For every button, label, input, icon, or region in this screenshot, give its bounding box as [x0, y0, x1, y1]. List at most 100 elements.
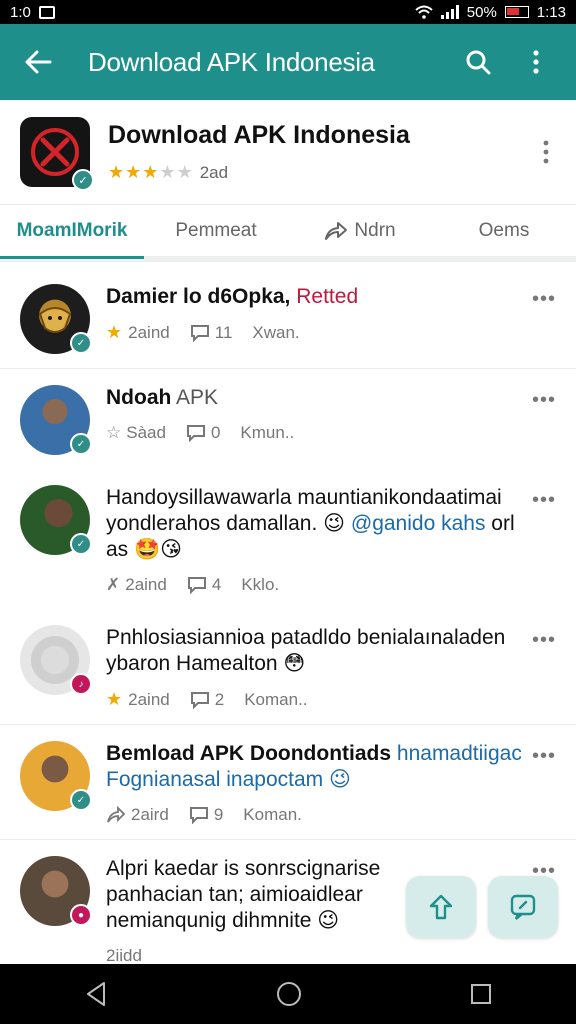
post-author: Damier lo d6Opka,	[106, 285, 291, 308]
post-subtitle: APK	[176, 386, 219, 409]
avatar[interactable]: ✓	[20, 284, 92, 354]
rating-stars: ★★★★★	[108, 162, 194, 182]
channel-header: ✓ Download APK Indonesia ★★★★★ 2ad	[0, 100, 576, 204]
battery-percent: 50%	[466, 3, 497, 21]
mention-link[interactable]: @ganido kahs	[351, 512, 486, 535]
comment-count[interactable]: 11	[190, 322, 233, 343]
verified-badge-icon: ✓	[70, 789, 92, 811]
share-icon	[107, 806, 126, 823]
comment-count-value: 2	[214, 689, 225, 709]
comment-count-value: 11	[214, 322, 233, 342]
post-stat-label: Xwan.	[252, 322, 300, 342]
avatar[interactable]: ✓	[20, 485, 92, 555]
share-icon	[325, 221, 348, 240]
tab-comments[interactable]: Pemmeat	[144, 205, 288, 256]
comment-count-value: 9	[213, 805, 224, 824]
comment-icon	[187, 577, 206, 594]
more-horiz-icon[interactable]: •••	[532, 389, 556, 412]
verified-check-icon: ✓	[72, 169, 94, 191]
avatar[interactable]: ♪	[20, 625, 92, 695]
verified-badge-icon: ✓	[70, 533, 92, 555]
star-icon: ★	[106, 689, 124, 709]
post-stat: 2aind	[128, 322, 170, 342]
more-horiz-icon[interactable]: •••	[532, 489, 556, 512]
tab-other[interactable]: Oems	[432, 205, 576, 256]
signal-icon	[440, 5, 459, 19]
x-mark-icon	[31, 128, 79, 176]
comment-icon	[190, 324, 209, 342]
list-item[interactable]: ✓ Damier lo d6Opka, Retted ★ 2aind 11 Xwa…	[0, 268, 576, 369]
comment-count[interactable]: 4	[187, 575, 221, 595]
list-item[interactable]: ✓ Handoysillawawarla mauntianikondaatima…	[0, 469, 576, 609]
wifi-icon	[415, 5, 433, 19]
channel-meta: 2ad	[199, 162, 229, 182]
comment-icon	[190, 691, 209, 709]
tab-main[interactable]: MoamIMorik	[0, 205, 144, 259]
post-author: Ndoah	[106, 386, 172, 409]
tab-label: MoamIMorik	[16, 219, 128, 241]
comment-count-value: 4	[211, 575, 222, 594]
verified-badge-icon: ✓	[70, 332, 92, 354]
post-stat-label: Koman..	[244, 689, 308, 709]
post-stat: 2iidd	[106, 946, 142, 964]
post-stat-label: Kmun..	[240, 423, 295, 442]
post-text-line: yondlerahos damallan. 😉	[106, 512, 351, 535]
comment-icon	[189, 807, 208, 824]
list-item[interactable]: ♪ Pnhlosiasiannioa patadldo benialaınala…	[0, 609, 576, 725]
channel-name: Download APK Indonesia	[108, 121, 410, 149]
list-item[interactable]: ✓ Bemload APK Doondontiads hnamadtiigac …	[0, 725, 576, 840]
tab-share[interactable]: Ndrn	[288, 205, 432, 256]
app-logo[interactable]: ✓	[20, 117, 94, 191]
app-bar: Download APK Indonesia	[0, 24, 576, 100]
verified-badge-icon: ✓	[70, 433, 92, 455]
arrow-left-icon[interactable]	[18, 42, 58, 82]
star-icon: ★	[106, 322, 124, 342]
avatar[interactable]: ●	[20, 856, 92, 926]
back-triangle-icon[interactable]	[84, 981, 108, 1007]
comment-count[interactable]: 9	[189, 805, 223, 825]
post-text-line: Handoysillawawarla mauntianikondaatimai	[106, 486, 502, 509]
post-stat: 2aind	[125, 575, 167, 594]
more-horiz-icon[interactable]: •••	[532, 745, 556, 768]
post-text-line: Pnhlosiasiannioa patadldo benialaınalade…	[106, 626, 506, 649]
app-bar-title: Download APK Indonesia	[88, 46, 375, 77]
tab-bar: MoamIMorik Pemmeat Ndrn Oems	[0, 204, 576, 262]
search-icon[interactable]	[456, 40, 500, 84]
more-horiz-icon[interactable]: •••	[532, 629, 556, 652]
comment-count[interactable]: 0	[186, 423, 220, 443]
post-stat-label: Koman.	[243, 805, 302, 824]
post-text-line: as 🤩😘	[106, 538, 183, 561]
compose-button[interactable]	[488, 876, 558, 938]
badge-icon: ●	[70, 904, 92, 926]
status-clock: 1:13	[536, 3, 566, 21]
post-tag: Retted	[296, 285, 359, 308]
tab-label: Pemmeat	[175, 219, 257, 241]
compose-icon	[510, 894, 536, 920]
post-feed[interactable]: ✓ Damier lo d6Opka, Retted ★ 2aind 11 Xwa…	[0, 268, 576, 964]
comment-icon	[186, 425, 205, 442]
battery-icon	[504, 6, 529, 18]
post-text-line: ybaron Hamealton 😳	[106, 652, 306, 675]
comment-count[interactable]: 2	[190, 690, 224, 710]
comment-count-value: 0	[210, 423, 221, 442]
post-stat: Sàad	[126, 423, 166, 442]
share-up-icon	[429, 894, 453, 920]
post-link[interactable]: hnamadtiigac	[397, 742, 522, 765]
gallery-notification-icon	[38, 5, 55, 19]
more-vert-icon[interactable]	[536, 140, 556, 164]
status-bar: 1:0 50% 1:13	[0, 0, 576, 24]
retweet-icon: ✗	[106, 575, 121, 594]
home-circle-icon[interactable]	[276, 981, 302, 1007]
post-text-line: orl	[485, 512, 515, 535]
star-outline-icon: ☆	[106, 423, 122, 442]
avatar[interactable]: ✓	[20, 385, 92, 455]
share-up-button[interactable]	[406, 876, 476, 938]
list-item[interactable]: ✓ Ndoah APK ☆ Sàad 0 Kmun.. •••	[0, 369, 576, 469]
post-stat: 2aind	[128, 689, 170, 709]
more-vert-icon[interactable]	[514, 40, 558, 84]
avatar[interactable]: ✓	[20, 741, 92, 811]
recents-square-icon[interactable]	[470, 983, 492, 1005]
post-stat: 2aird	[131, 805, 169, 824]
more-horiz-icon[interactable]: •••	[532, 288, 556, 311]
status-time: 1:0	[10, 3, 31, 21]
